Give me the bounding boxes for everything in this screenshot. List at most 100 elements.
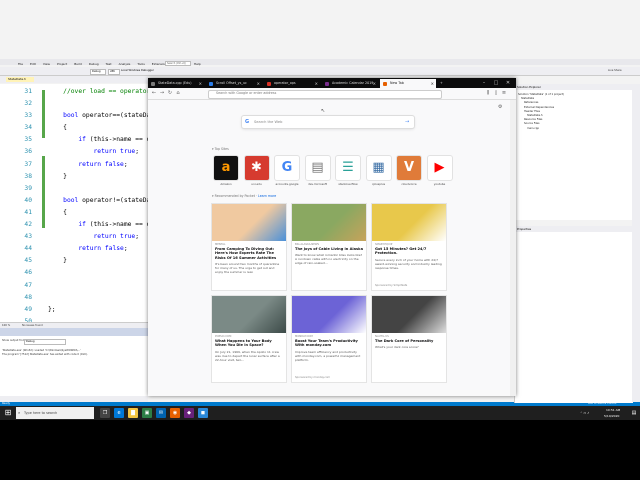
top-site-tile[interactable]: ▦ — [366, 156, 391, 180]
tab-label: New Tab — [390, 81, 404, 85]
code-text: if (this->name == oth — [48, 219, 158, 231]
browser-tab[interactable]: StateData.cpp (Edu) × — [148, 79, 204, 88]
properties-panel[interactable] — [514, 226, 633, 403]
close-icon[interactable]: × — [257, 79, 260, 88]
solution-explorer-item[interactable]: StateData — [521, 97, 534, 100]
vs-side-tabs — [632, 84, 640, 402]
firefox-window[interactable]: StateData.cpp (Edu) × Scroll Offset_ys_uc ×… — [148, 78, 516, 396]
learn-more-link[interactable]: Learn more — [258, 194, 276, 198]
live-share-button[interactable]: Live Share — [608, 69, 622, 72]
sidebar-icon[interactable]: ▯ — [492, 89, 500, 98]
platform-value: x86 — [110, 70, 115, 73]
reload-icon[interactable]: ↻ — [166, 89, 174, 98]
taskbar-task-view-icon[interactable]: ❐ — [100, 408, 110, 418]
close-icon[interactable]: × — [199, 79, 202, 88]
tray-icons[interactable]: ⌃ ▭ ♪ — [580, 410, 589, 416]
output-line: The program '[7512] StateData.exe' has e… — [2, 353, 88, 356]
close-icon[interactable]: × — [373, 79, 376, 88]
story-source: SMART.EQUIP — [375, 243, 393, 246]
platform-dropdown[interactable]: x86 — [108, 69, 120, 75]
start-debugger-button[interactable]: Local Windows Debugger — [120, 69, 156, 73]
tab-statedata-h[interactable]: StateData.h — [6, 77, 34, 82]
home-icon[interactable]: ⌂ — [174, 89, 182, 98]
config-dropdown[interactable]: Debug — [90, 69, 106, 75]
top-site-tile[interactable]: ☰ — [336, 156, 360, 180]
code-line: 39 — [0, 183, 148, 195]
show-output-from-dropdown[interactable]: Debug — [24, 339, 66, 345]
tab-label: Scroll Offset_ys_uc — [216, 81, 247, 85]
top-site-tile[interactable]: G — [275, 156, 299, 180]
top-site-tile[interactable]: V — [397, 156, 421, 180]
close-icon[interactable]: × — [431, 79, 434, 88]
maximize-button[interactable]: □ — [490, 78, 502, 88]
clock-date[interactable]: 5/19/2020 — [604, 413, 619, 419]
line-number: 35 — [24, 136, 32, 144]
code-line: 49}; — [0, 304, 148, 316]
browser-tab[interactable]: operator_ops × — [264, 79, 320, 88]
solution-explorer-panel[interactable] — [514, 84, 633, 220]
library-icon[interactable]: ⫼ — [484, 89, 492, 98]
pocket-story-card[interactable]: BIG.ALASKA.NEWS The Joys of Cable Living … — [292, 204, 366, 290]
pocket-header: ▾ Recommended by Pocket · Learn more — [212, 194, 277, 198]
vs-search-box[interactable]: Search (Ctrl+Q) — [165, 61, 191, 66]
line-number: 47 — [24, 281, 32, 289]
windows-start-icon[interactable]: ⊞ — [3, 408, 13, 418]
page-scrollbar[interactable] — [510, 100, 516, 396]
story-image — [212, 204, 286, 241]
solution-explorer-item[interactable]: References — [524, 101, 538, 104]
code-text: if (this->name == oth — [48, 134, 158, 146]
solution-explorer-item[interactable]: Resource Files — [524, 118, 542, 121]
taskbar-visual-studio-icon[interactable]: ◆ — [184, 408, 194, 418]
solution-explorer-item[interactable]: main.cpp — [527, 127, 539, 130]
site-icon: ▶ — [434, 160, 445, 175]
browser-tab[interactable]: New Tab × — [380, 79, 436, 88]
line-number: 40 — [24, 196, 32, 204]
line-number: 44 — [24, 245, 32, 253]
line-number: 33 — [24, 112, 32, 120]
solution-explorer-item[interactable]: Source Files — [524, 122, 539, 125]
back-arrow-icon[interactable]: ← — [150, 89, 158, 98]
pocket-story-card[interactable]: SMART.EQUIP Got 15 Minutes? Get 24/7 Prot… — [372, 204, 446, 290]
solution-explorer-item[interactable]: StateData.h — [527, 114, 543, 117]
output-panel[interactable]: Show output from: Debug 'StateData.exe' … — [0, 336, 148, 396]
close-window-button[interactable]: ✕ — [502, 78, 514, 88]
top-site-tile[interactable]: a — [214, 156, 238, 180]
taskbar-store-icon[interactable]: ▣ — [142, 408, 152, 418]
top-site-tile[interactable]: ▶ — [427, 156, 452, 180]
gear-icon[interactable]: ⚙ — [498, 104, 502, 110]
show-output-from-value: Debug — [26, 340, 35, 343]
minimize-button[interactable]: – — [478, 78, 490, 88]
forward-arrow-icon[interactable]: → — [158, 89, 166, 98]
site-icon: ☰ — [342, 160, 354, 175]
site-icon: ▦ — [372, 160, 385, 175]
code-token: bool — [63, 196, 79, 204]
notification-icon[interactable]: ▤ — [628, 406, 640, 420]
browser-tab[interactable]: Scroll Offset_ys_uc × — [206, 79, 262, 88]
pocket-story-card[interactable]: MONDAY.COM Boost Your Team's Productivity… — [292, 296, 366, 382]
search-arrow-icon[interactable]: → — [405, 116, 409, 128]
close-icon[interactable]: × — [315, 79, 318, 88]
solution-explorer-item[interactable]: Solution 'StateData' (1 of 1 project) — [518, 93, 564, 96]
taskbar-edge-icon[interactable]: e — [114, 408, 124, 418]
taskbar-mail-icon[interactable]: ✉ — [156, 408, 166, 418]
solution-explorer-item[interactable]: Header Files — [524, 110, 540, 113]
pocket-story-card[interactable]: MENTAL From Camping To Diving Out: Here's… — [212, 204, 286, 290]
code-token: } — [63, 257, 67, 265]
story-description: On July 21, 1969, when the Apollo 11 cre… — [215, 349, 280, 362]
browser-tab[interactable]: Academic Calendar 2019 × — [322, 79, 378, 88]
code-line: 46 — [0, 267, 148, 279]
top-site-tile[interactable]: ✱ — [244, 156, 269, 180]
taskbar-app-icon[interactable]: ◼ — [198, 408, 208, 418]
taskbar-firefox-icon[interactable]: ◉ — [170, 408, 180, 418]
code-line: 47 — [0, 280, 148, 292]
hamburger-menu-icon[interactable]: ≡ — [500, 89, 508, 98]
pocket-story-card[interactable]: NAUTIL.US The Dark Core of Personality Wha… — [372, 296, 446, 382]
top-site-tile[interactable]: ▤ — [305, 156, 330, 180]
site-icon: G — [281, 160, 293, 175]
taskbar-file-explorer-icon[interactable]: ▇ — [128, 408, 138, 418]
code-token: return — [93, 233, 117, 241]
pocket-story-card[interactable]: POPSCI.COM What Happens to Your Body When… — [212, 296, 286, 382]
new-tab-button[interactable]: + — [438, 79, 446, 88]
story-description: Want to know what romantic bliss looks l… — [295, 253, 363, 266]
solution-explorer-item[interactable]: External Dependencies — [524, 106, 554, 109]
